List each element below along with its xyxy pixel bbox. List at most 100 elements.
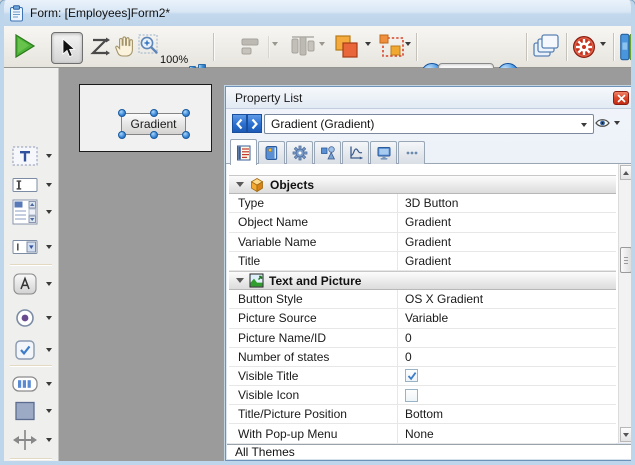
button-grid-tool[interactable]: [12, 371, 58, 397]
object-navigation-row: Gradient (Gradient): [226, 109, 634, 138]
selection-handle-top-center[interactable]: [150, 109, 158, 117]
execute-form-button[interactable]: [12, 32, 38, 60]
entry-order-tool-button[interactable]: [88, 34, 112, 60]
level-dropdown-arrow[interactable]: [365, 42, 371, 46]
scroll-up-button[interactable]: [620, 165, 632, 180]
property-row-title[interactable]: Title Gradient: [229, 252, 616, 271]
tab-resizing[interactable]: [342, 141, 369, 164]
property-row-button-style[interactable]: Button Style OS X Gradient: [229, 290, 616, 309]
dropdown-arrow[interactable]: [46, 348, 52, 352]
property-row-object-name[interactable]: Object Name Gradient: [229, 213, 616, 232]
button-icon: [12, 272, 38, 296]
tab-more[interactable]: [398, 141, 425, 164]
previous-object-button[interactable]: [232, 114, 247, 133]
property-grid-scrollbar[interactable]: [618, 164, 633, 443]
toolbar-separator: [613, 33, 614, 61]
dropdown-arrow[interactable]: [46, 382, 52, 386]
magnifier-icon: [138, 34, 160, 58]
toolbar-separator: [268, 36, 269, 58]
property-row-number-of-states[interactable]: Number of states 0: [229, 348, 616, 367]
splitter-tool[interactable]: [12, 427, 58, 453]
form-list-button[interactable]: [531, 33, 561, 61]
tab-database[interactable]: [258, 141, 285, 164]
collapse-triangle-icon[interactable]: [236, 182, 244, 187]
radio-button-icon: [12, 308, 38, 328]
tab-property-list[interactable]: [230, 139, 257, 165]
sidebar-separator: [10, 458, 52, 459]
form-page-area[interactable]: Gradient: [79, 84, 212, 152]
tab-events[interactable]: [286, 141, 313, 164]
property-row-title-picture-position[interactable]: Title/Picture Position Bottom: [229, 405, 616, 424]
dropdown-arrow[interactable]: [46, 282, 52, 286]
property-list-titlebar[interactable]: Property List: [226, 87, 634, 109]
entry-order-icon: [89, 36, 111, 58]
group-tool-button[interactable]: [378, 33, 406, 61]
dropdown-arrow[interactable]: [46, 210, 52, 214]
form-document-icon: [9, 5, 24, 22]
visible-icon-checkbox[interactable]: [405, 389, 418, 402]
rectangle-tool[interactable]: [12, 398, 58, 424]
group-dropdown-arrow[interactable]: [405, 42, 411, 46]
property-row-picture-source[interactable]: Picture Source Variable: [229, 309, 616, 328]
align-tool-button-disabled[interactable]: [238, 36, 266, 58]
theme-filter-footer[interactable]: All Themes: [227, 444, 633, 459]
next-object-button[interactable]: [247, 114, 262, 133]
sidebar-separator: [10, 264, 52, 265]
window-title: Form: [Employees]Form2*: [30, 6, 170, 20]
listbox-tool[interactable]: [12, 199, 58, 225]
object-selector-dropdown[interactable]: Gradient (Gradient): [264, 114, 594, 134]
button-tool[interactable]: [12, 271, 58, 297]
selection-handle-top-left[interactable]: [118, 109, 126, 117]
tab-display[interactable]: [370, 141, 397, 164]
property-row-variable-name[interactable]: Variable Name Gradient: [229, 233, 616, 252]
combobox-tool[interactable]: [12, 234, 58, 260]
settings-button[interactable]: [571, 34, 597, 60]
section-header-text-and-picture[interactable]: Text and Picture: [229, 271, 616, 290]
text-tool[interactable]: [12, 143, 58, 169]
more-dots-icon: [404, 145, 420, 161]
scrollbar-thumb[interactable]: [620, 247, 632, 273]
dropdown-arrow[interactable]: [46, 183, 52, 187]
radio-button-tool[interactable]: [12, 305, 58, 331]
down-arrow-icon: [623, 433, 629, 437]
collapse-triangle-icon[interactable]: [236, 278, 244, 283]
align-dropdown-arrow[interactable]: [272, 42, 278, 46]
selection-handle-top-right[interactable]: [182, 109, 190, 117]
property-row-with-popup-menu[interactable]: With Pop-up Menu None: [229, 424, 616, 443]
window-titlebar[interactable]: Form: [Employees]Form2*: [0, 0, 635, 26]
scroll-down-button[interactable]: [620, 427, 632, 442]
pointer-tool-button[interactable]: [51, 32, 83, 64]
explorer-books-button[interactable]: [620, 32, 635, 62]
combobox-icon: [12, 237, 38, 257]
dropdown-arrow[interactable]: [46, 316, 52, 320]
distribute-tool-button-disabled[interactable]: [288, 34, 318, 60]
dropdown-arrow[interactable]: [46, 245, 52, 249]
input-field-tool[interactable]: [12, 172, 58, 198]
distribute-dropdown-arrow[interactable]: [319, 42, 325, 46]
property-row-type[interactable]: Type 3D Button: [229, 194, 616, 213]
distribute-icon: [290, 35, 316, 59]
dropdown-arrow[interactable]: [46, 409, 52, 413]
toolbar-separator: [566, 33, 567, 61]
selection-handle-bottom-left[interactable]: [118, 131, 126, 139]
property-row-visible-icon[interactable]: Visible Icon: [229, 386, 616, 405]
view-options-button[interactable]: [595, 117, 620, 129]
toolbar-separator: [526, 33, 527, 61]
hand-icon: [114, 34, 136, 58]
dropdown-arrow[interactable]: [46, 154, 52, 158]
property-row-visible-title[interactable]: Visible Title: [229, 367, 616, 386]
close-panel-button[interactable]: [613, 91, 629, 105]
up-arrow-icon: [623, 171, 629, 175]
selection-handle-bottom-right[interactable]: [182, 131, 190, 139]
checkbox-tool[interactable]: [12, 337, 58, 363]
tab-objects-shapes[interactable]: [314, 141, 341, 164]
object-level-tool-button[interactable]: [332, 32, 362, 62]
selection-handle-bottom-center[interactable]: [150, 131, 158, 139]
section-header-objects[interactable]: Objects: [229, 175, 616, 194]
zoom-tool-button[interactable]: [137, 33, 161, 59]
property-row-picture-name-id[interactable]: Picture Name/ID 0: [229, 329, 616, 348]
dropdown-arrow[interactable]: [46, 438, 52, 442]
pan-hand-tool-button[interactable]: [113, 33, 137, 59]
visible-title-checkbox[interactable]: [405, 369, 418, 382]
settings-dropdown-arrow[interactable]: [600, 42, 606, 46]
